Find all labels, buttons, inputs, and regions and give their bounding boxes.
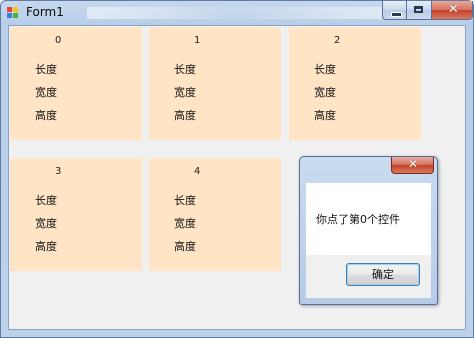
height-label: 高度 [35, 240, 57, 253]
length-label: 长度 [35, 63, 57, 76]
dialog-close-button[interactable]: ✕ [391, 157, 434, 174]
width-label: 宽度 [35, 86, 57, 99]
height-label: 高度 [314, 109, 336, 122]
title-bar-background [87, 7, 383, 19]
panel-3[interactable]: 3 长度 宽度 高度 [10, 158, 142, 271]
ok-button[interactable]: 确定 [346, 263, 420, 286]
maximize-button[interactable] [407, 1, 432, 20]
dialog-footer: 确定 [306, 255, 431, 298]
title-bar[interactable]: Form1 ✕ [1, 1, 473, 25]
close-button[interactable]: ✕ [431, 1, 473, 20]
panel-index: 3 [55, 166, 62, 177]
length-label: 长度 [35, 194, 57, 207]
panel-1[interactable]: 1 长度 宽度 高度 [149, 27, 281, 140]
length-label: 长度 [174, 194, 196, 207]
panel-index: 0 [55, 35, 62, 46]
width-label: 宽度 [174, 217, 196, 230]
app-icon[interactable] [7, 7, 19, 18]
height-label: 高度 [174, 240, 196, 253]
height-label: 高度 [35, 109, 57, 122]
panel-0[interactable]: 0 长度 宽度 高度 [10, 27, 142, 140]
dialog-body: 你点了第0个控件 [306, 183, 431, 255]
close-icon: ✕ [447, 2, 459, 17]
panel-2[interactable]: 2 长度 宽度 高度 [289, 27, 421, 140]
maximize-icon [414, 6, 424, 13]
length-label: 长度 [174, 63, 196, 76]
length-label: 长度 [314, 63, 336, 76]
window-title: Form1 [26, 5, 64, 19]
panel-index: 1 [194, 35, 201, 46]
width-label: 宽度 [35, 217, 57, 230]
close-icon: ✕ [408, 157, 419, 171]
main-window: Form1 ✕ 0 长度 宽度 高度 1 长度 宽度 高度 2 长度 宽度 高度… [0, 0, 474, 338]
width-label: 宽度 [174, 86, 196, 99]
height-label: 高度 [174, 109, 196, 122]
message-box-dialog: ✕ 你点了第0个控件 确定 [299, 156, 438, 305]
dialog-message: 你点了第0个控件 [316, 213, 400, 226]
panel-4[interactable]: 4 长度 宽度 高度 [149, 158, 281, 271]
panel-index: 2 [334, 35, 341, 46]
minimize-icon [391, 12, 402, 17]
minimize-button[interactable] [382, 1, 408, 20]
width-label: 宽度 [314, 86, 336, 99]
caption-buttons: ✕ [382, 1, 473, 20]
panel-index: 4 [194, 166, 201, 177]
